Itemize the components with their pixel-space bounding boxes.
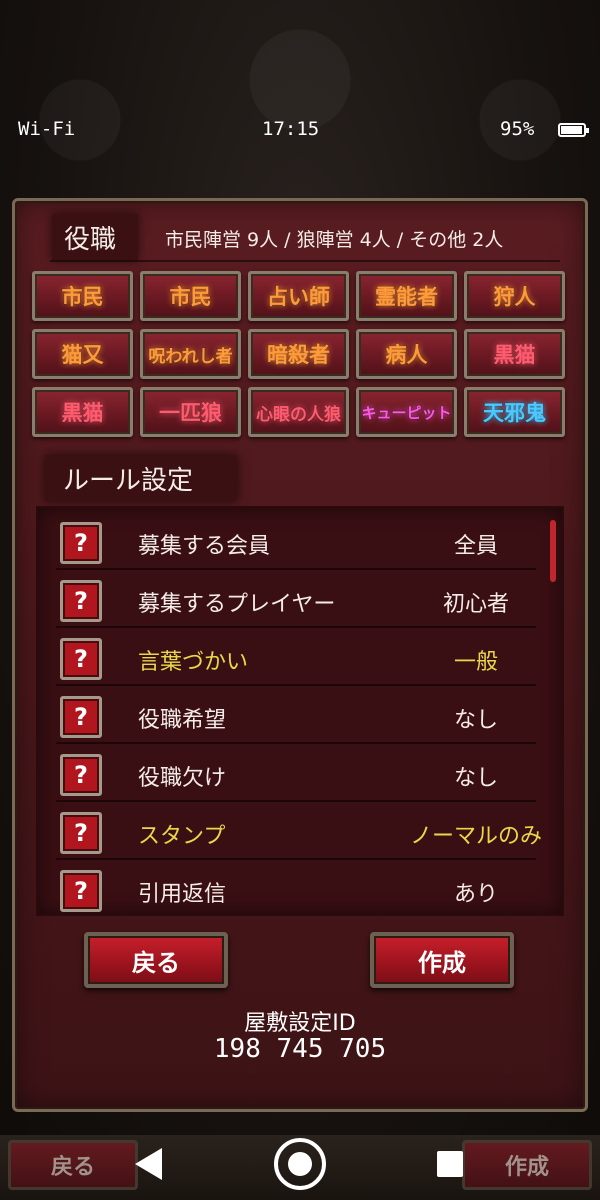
role-label: 狩人: [493, 285, 536, 309]
rule-label: 役職希望: [138, 708, 227, 733]
rules-title: ルール設定: [63, 466, 194, 496]
rule-row: ? 募集するプレイヤー 初心者: [56, 576, 536, 628]
back-triangle-icon[interactable]: [135, 1148, 162, 1180]
rule-row: ? 言葉づかい 一般: [56, 634, 536, 686]
rule-value: ノーマルのみ: [409, 824, 542, 849]
role-button[interactable]: 呪われし者: [140, 329, 241, 379]
role-button[interactable]: 天邪鬼: [464, 387, 565, 437]
help-icon[interactable]: ?: [60, 754, 102, 796]
settings-id-label: 屋敷設定ID: [244, 1011, 356, 1036]
role-button[interactable]: 心眼の人狼: [248, 387, 349, 437]
role-label: 病人: [385, 343, 428, 367]
role-label: 暗殺者: [267, 343, 330, 367]
rule-row: ? 役職希望 なし: [56, 692, 536, 744]
rule-label: 引用返信: [138, 882, 227, 907]
rule-label: スタンプ: [138, 824, 226, 849]
role-button[interactable]: 病人: [356, 329, 457, 379]
rule-value: 全員: [453, 534, 498, 559]
role-label: キューピット: [361, 403, 452, 422]
settings-id-value: 198 745 705: [213, 1034, 387, 1064]
role-button[interactable]: 猫又: [32, 329, 133, 379]
role-button[interactable]: 占い師: [248, 271, 349, 321]
rule-label: 募集する会員: [138, 534, 271, 559]
rule-value: あり: [453, 882, 498, 907]
role-button[interactable]: 霊能者: [356, 271, 457, 321]
role-label: 天邪鬼: [483, 401, 546, 425]
role-label: 黒猫: [493, 343, 536, 367]
wifi-label: Wi-Fi: [18, 118, 76, 140]
role-button[interactable]: 一匹狼: [140, 387, 241, 437]
role-label: 市民: [169, 285, 212, 309]
role-button[interactable]: 黒猫: [32, 387, 133, 437]
role-label: 心眼の人狼: [256, 404, 341, 425]
role-label: 霊能者: [375, 285, 438, 309]
rule-value: なし: [453, 766, 498, 791]
rule-row: ? 引用返信 あり: [56, 866, 536, 914]
rule-value: なし: [453, 708, 498, 733]
rule-label: 言葉づかい: [138, 650, 249, 675]
roles-title: 役職: [64, 225, 117, 255]
rules-scrollbar[interactable]: [550, 520, 556, 582]
roles-summary: 市民陣営 9人 / 狼陣営 4人 / その他 2人: [165, 229, 504, 251]
role-label: 猫又: [61, 343, 104, 367]
role-button[interactable]: 暗殺者: [248, 329, 349, 379]
help-icon[interactable]: ?: [60, 522, 102, 564]
rule-row: ? 役職欠け なし: [56, 750, 536, 802]
role-label: 呪われし者: [148, 346, 233, 367]
role-button[interactable]: 黒猫: [464, 329, 565, 379]
help-icon[interactable]: ?: [60, 696, 102, 738]
clock: 17:15: [262, 118, 320, 140]
battery-percent: 95%: [500, 118, 535, 140]
background-back-button: 戻る: [8, 1140, 138, 1190]
back-button[interactable]: 戻る: [84, 932, 228, 988]
background-create-button: 作成: [462, 1140, 592, 1190]
rule-value: 初心者: [442, 592, 509, 617]
status-bar: Wi-Fi 17:15 95%: [0, 112, 600, 148]
home-circle-icon[interactable]: [274, 1138, 326, 1190]
help-icon[interactable]: ?: [60, 638, 102, 680]
battery-icon: [558, 123, 589, 137]
help-icon[interactable]: ?: [60, 870, 102, 912]
rule-row: ? スタンプ ノーマルのみ: [56, 808, 542, 860]
create-button[interactable]: 作成: [370, 932, 514, 988]
recent-square-icon[interactable]: [437, 1151, 463, 1177]
role-button[interactable]: 市民: [140, 271, 241, 321]
role-button[interactable]: キューピット: [356, 387, 457, 437]
roles-grid: 市民 市民 占い師 霊能者 狩人 猫又 呪われし者 暗殺者 病人 黒猫 黒猫 一匹狼 心眼の人狼 キューピ…: [32, 271, 572, 437]
rule-row: ? 募集する会員 全員: [56, 518, 536, 570]
role-label: 占い師: [267, 285, 330, 309]
help-icon[interactable]: ?: [60, 580, 102, 622]
help-icon[interactable]: ?: [60, 812, 102, 854]
rule-label: 役職欠け: [138, 766, 227, 791]
role-button[interactable]: 狩人: [464, 271, 565, 321]
role-label: 市民: [61, 285, 104, 309]
rules-list[interactable]: ? 募集する会員 全員? 募集するプレイヤー 初心者? 言葉づかい 一般? 役職希望 なし? 役職…: [36, 506, 564, 916]
role-button[interactable]: 市民: [32, 271, 133, 321]
rule-value: 一般: [453, 650, 498, 675]
role-label: 黒猫: [61, 401, 104, 425]
rule-label: 募集するプレイヤー: [138, 592, 336, 617]
role-label: 一匹狼: [159, 401, 222, 425]
